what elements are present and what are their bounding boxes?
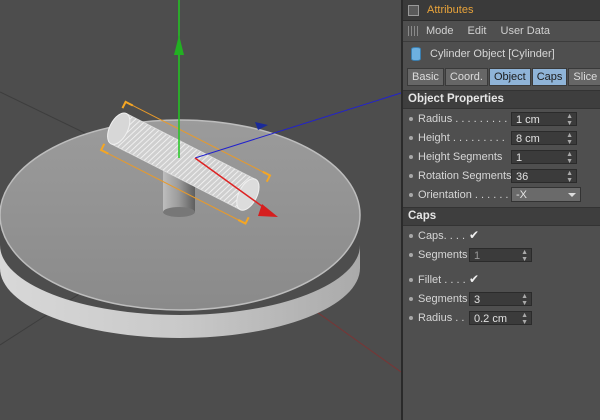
panel-menubar: Mode Edit User Data	[403, 21, 600, 42]
height-input[interactable]: 8 cm ▲ ▼	[511, 130, 577, 146]
tab-object[interactable]: Object	[488, 68, 531, 86]
post-base	[163, 207, 195, 217]
tab-coord[interactable]: Coord.	[444, 68, 488, 86]
row-fillet-radius: Radius . . 0.2 cm ▲ ▼	[403, 308, 600, 327]
caps-label: Caps. . . .	[418, 229, 466, 242]
keyframe-dot-icon[interactable]	[409, 173, 413, 178]
keyframe-dot-icon[interactable]	[409, 135, 413, 140]
fillet-label: Fillet . . . .	[418, 273, 466, 286]
row-rotation-segments: Rotation Segments 36 ▲ ▼	[403, 166, 600, 185]
tab-slice[interactable]: Slice	[568, 68, 600, 86]
row-caps: Caps. . . . ✔	[403, 226, 600, 245]
tab-caps[interactable]: Caps	[531, 68, 568, 86]
menu-user-data[interactable]: User Data	[501, 25, 551, 37]
height-label: Height . . . . . . . . .	[418, 131, 505, 144]
keyframe-dot-icon[interactable]	[409, 296, 413, 301]
height-segments-label: Height Segments	[418, 150, 503, 163]
menu-mode[interactable]: Mode	[426, 25, 454, 37]
stepper-icon: ▲ ▼	[566, 131, 573, 146]
fillet-segments-label: Segments	[418, 292, 468, 305]
y-axis-handle	[174, 35, 184, 55]
3d-viewport[interactable]	[0, 0, 401, 420]
cylinder-icon	[411, 47, 421, 61]
row-fillet-segments: Segments 3 ▲ ▼	[403, 289, 600, 308]
keyframe-dot-icon[interactable]	[409, 252, 413, 257]
caps-segments-input[interactable]: 1 ▲ ▼	[469, 247, 532, 263]
stepper-icon: ▲ ▼	[521, 248, 528, 263]
row-height: Height . . . . . . . . . 8 cm ▲ ▼	[403, 128, 600, 147]
panel-close-box[interactable]	[408, 4, 419, 16]
grip-icon[interactable]	[408, 26, 418, 36]
row-radius: Radius . . . . . . . . . 1 cm ▲ ▼	[403, 109, 600, 128]
height-segments-input[interactable]: 1 ▲ ▼	[511, 149, 577, 165]
keyframe-dot-icon[interactable]	[409, 315, 413, 320]
fillet-segments-input[interactable]: 3 ▲ ▼	[469, 291, 532, 307]
row-fillet: Fillet . . . . ✔	[403, 270, 600, 289]
object-header: Cylinder Object [Cylinder]	[403, 42, 600, 66]
fillet-radius-label: Radius . .	[418, 311, 465, 324]
viewport-scene	[0, 0, 401, 373]
stepper-icon: ▲ ▼	[566, 169, 573, 184]
keyframe-dot-icon[interactable]	[409, 192, 413, 197]
radius-input[interactable]: 1 cm ▲ ▼	[511, 111, 577, 127]
stepper-icon: ▲ ▼	[566, 150, 573, 165]
radius-label: Radius . . . . . . . . .	[418, 112, 508, 125]
keyframe-dot-icon[interactable]	[409, 116, 413, 121]
keyframe-dot-icon[interactable]	[409, 277, 413, 282]
chevron-down-icon	[568, 193, 576, 197]
stepper-icon: ▲ ▼	[521, 292, 528, 307]
panel-title: Attributes	[427, 4, 474, 16]
keyframe-dot-icon[interactable]	[409, 154, 413, 159]
stepper-icon: ▲ ▼	[521, 311, 528, 326]
panel-titlebar: Attributes	[403, 0, 600, 21]
rotation-segments-label: Rotation Segments	[418, 169, 512, 182]
rotation-segments-input[interactable]: 36 ▲ ▼	[511, 168, 577, 184]
fillet-radius-input[interactable]: 0.2 cm ▲ ▼	[469, 310, 532, 326]
row-height-segments: Height Segments 1 ▲ ▼	[403, 147, 600, 166]
object-title: Cylinder Object [Cylinder]	[430, 48, 555, 60]
stepper-icon: ▲ ▼	[566, 112, 573, 127]
caps-checkbox[interactable]: ✔	[469, 229, 481, 241]
section-object-properties[interactable]: Object Properties	[403, 90, 600, 109]
fillet-checkbox[interactable]: ✔	[469, 273, 481, 285]
caps-segments-label: Segments	[418, 248, 468, 261]
attributes-panel: Attributes Mode Edit User Data Cylinder …	[401, 0, 600, 420]
menu-edit[interactable]: Edit	[468, 25, 487, 37]
row-caps-segments: Segments 1 ▲ ▼	[403, 245, 600, 264]
tab-basic[interactable]: Basic	[407, 68, 444, 86]
row-orientation: Orientation . . . . . . -X	[403, 185, 600, 204]
section-caps[interactable]: Caps	[403, 207, 600, 226]
keyframe-dot-icon[interactable]	[409, 233, 413, 238]
orientation-dropdown[interactable]: -X	[511, 187, 581, 202]
tab-bar: Basic Coord. Object Caps Slice	[407, 68, 600, 86]
orientation-label: Orientation . . . . . .	[418, 188, 509, 201]
